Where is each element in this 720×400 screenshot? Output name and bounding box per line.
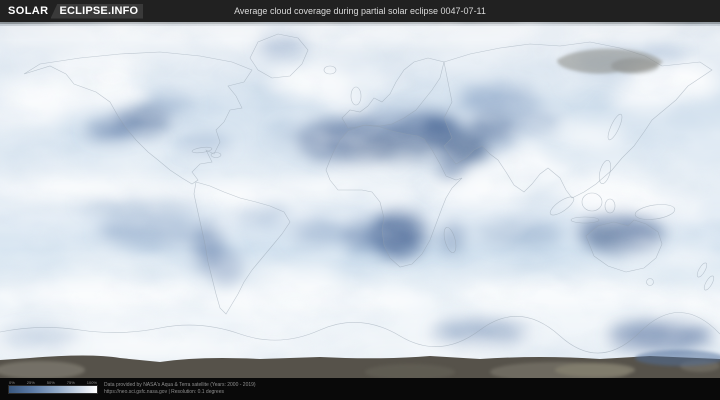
logo-text-solar: SOLAR	[8, 5, 49, 17]
cloud-coverage-map	[0, 22, 720, 378]
attribution-line-2: https://neo.sci.gsfc.nasa.gov | Resoluti…	[104, 388, 224, 395]
legend-tick-25: 25%	[26, 380, 35, 385]
world-map-svg	[0, 22, 720, 378]
legend-tick-75: 75%	[66, 380, 75, 385]
site-logo[interactable]: SOLAR ECLIPSE.INFO	[8, 3, 144, 19]
top-bar: SOLAR ECLIPSE.INFO Average cloud coverag…	[0, 0, 720, 22]
attribution-line-1: Data provided by NASA's Aqua & Terra sat…	[104, 382, 256, 388]
legend-tick-0: 0%	[9, 380, 15, 385]
legend-gradient-bar	[8, 385, 98, 394]
legend-tick-labels: 0% 25% 50% 75% 100%	[9, 381, 97, 385]
cloud-coverage-legend: 0% 25% 50% 75% 100%	[8, 381, 98, 394]
solar-eclipse-info-page: SOLAR ECLIPSE.INFO Average cloud coverag…	[0, 0, 720, 400]
attribution: Data provided by NASA's Aqua & Terra sat…	[104, 382, 256, 395]
legend-tick-50: 50%	[46, 380, 55, 385]
logo-text-eclipse-info: ECLIPSE.INFO	[50, 3, 144, 19]
footer-bar: 0% 25% 50% 75% 100% Data provided by NAS…	[0, 378, 720, 400]
legend-tick-100: 100%	[86, 380, 97, 385]
